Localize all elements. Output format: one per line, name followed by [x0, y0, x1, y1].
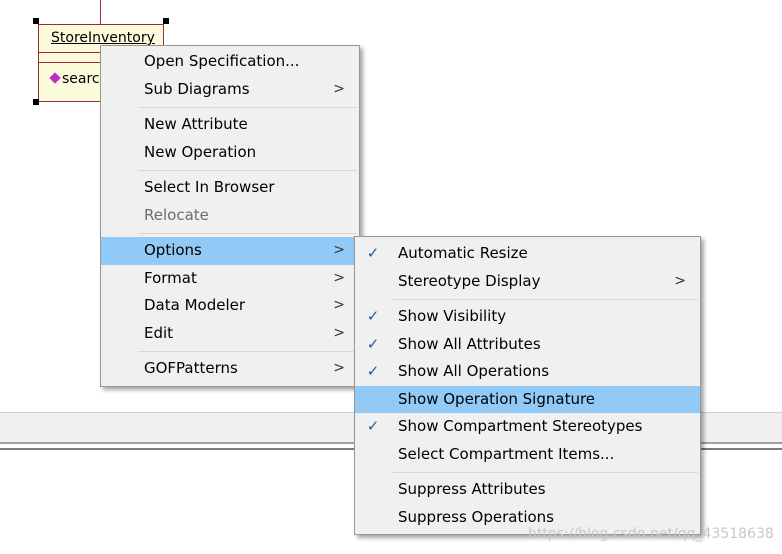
context-menu: Open Specification... Sub Diagrams > New At…	[100, 45, 360, 387]
menu-item-suppress-attributes[interactable]: Suppress Attributes	[355, 476, 700, 504]
menu-item-label: Options	[144, 241, 202, 259]
menu-item-edit[interactable]: Edit >	[101, 320, 359, 348]
menu-separator	[392, 472, 698, 473]
menu-item-label: Show Visibility	[398, 307, 507, 325]
association-line	[100, 0, 101, 24]
menu-item-label: Suppress Operations	[398, 507, 554, 526]
menu-item-label: Show Compartment Stereotypes	[398, 417, 643, 435]
menu-separator	[138, 107, 357, 108]
menu-item-data-modeler[interactable]: Data Modeler >	[101, 292, 359, 320]
operation-icon	[49, 72, 61, 84]
checkmark-icon: ✓	[366, 244, 380, 262]
submenu-arrow-icon: >	[674, 272, 686, 289]
menu-item-label: Select Compartment Items...	[398, 444, 615, 463]
menu-item-options[interactable]: Options >	[101, 237, 359, 265]
selection-handle[interactable]	[33, 18, 39, 24]
menu-item-label: New Operation	[144, 142, 257, 161]
menu-item-new-attribute[interactable]: New Attribute	[101, 111, 359, 139]
menu-item-label: Data Modeler	[144, 296, 246, 314]
selection-handle[interactable]	[33, 99, 39, 105]
menu-item-show-compartment-stereotypes[interactable]: ✓ Show Compartment Stereotypes	[355, 413, 700, 441]
menu-item-label: Open Specification...	[144, 52, 300, 70]
class-name: StoreInventory	[51, 30, 155, 46]
menu-item-relocate: Relocate	[101, 202, 359, 230]
submenu-arrow-icon: >	[333, 269, 345, 286]
checkmark-icon: ✓	[366, 334, 380, 353]
menu-item-open-specification[interactable]: Open Specification...	[101, 48, 359, 76]
menu-item-format[interactable]: Format >	[101, 265, 359, 293]
menu-item-show-operation-signature[interactable]: Show Operation Signature	[355, 385, 700, 413]
checkmark-icon: ✓	[366, 307, 380, 325]
checkmark-icon: ✓	[366, 417, 380, 435]
menu-item-label: Relocate	[144, 205, 209, 224]
menu-item-label: Suppress Attributes	[398, 480, 546, 498]
operation-name: searc	[62, 71, 100, 87]
menu-item-label: New Attribute	[144, 115, 248, 133]
menu-item-show-all-attributes[interactable]: ✓ Show All Attributes	[355, 331, 700, 359]
menu-item-show-all-operations[interactable]: ✓ Show All Operations	[355, 358, 700, 386]
menu-item-label: Show Operation Signature	[398, 389, 596, 408]
menu-item-select-in-browser[interactable]: Select In Browser	[101, 174, 359, 202]
menu-separator	[138, 170, 357, 171]
selection-handle[interactable]	[163, 18, 169, 24]
submenu-arrow-icon: >	[333, 360, 345, 376]
submenu-arrow-icon: >	[333, 324, 345, 341]
menu-separator	[138, 351, 357, 352]
menu-item-label: Stereotype Display	[398, 271, 541, 290]
menu-item-label: GOFPatterns	[144, 359, 238, 377]
submenu-arrow-icon: >	[333, 242, 345, 258]
submenu-arrow-icon: >	[333, 297, 345, 313]
checkmark-icon: ✓	[366, 362, 380, 380]
menu-item-label: Edit	[144, 323, 174, 342]
menu-item-label: Show All Operations	[398, 362, 550, 380]
menu-separator	[392, 299, 698, 300]
submenu-arrow-icon: >	[333, 80, 345, 97]
menu-item-label: Format	[144, 268, 197, 287]
menu-item-label: Show All Attributes	[398, 334, 541, 353]
menu-item-label: Select In Browser	[144, 178, 275, 196]
options-submenu: ✓ Automatic Resize Stereotype Display > ✓ Sho…	[354, 236, 701, 535]
menu-item-label: Sub Diagrams	[144, 79, 250, 98]
menu-item-stereotype-display[interactable]: Stereotype Display >	[355, 268, 700, 296]
menu-item-label: Automatic Resize	[398, 244, 528, 262]
menu-item-select-compartment-items[interactable]: Select Compartment Items...	[355, 441, 700, 469]
menu-item-sub-diagrams[interactable]: Sub Diagrams >	[101, 76, 359, 104]
menu-item-gofpatterns[interactable]: GOFPatterns >	[101, 355, 359, 383]
watermark: https://blog.csdn.net/qq_43518638	[528, 526, 774, 542]
menu-separator	[138, 233, 357, 234]
menu-item-new-operation[interactable]: New Operation	[101, 139, 359, 167]
menu-item-automatic-resize[interactable]: ✓ Automatic Resize	[355, 240, 700, 268]
menu-item-show-visibility[interactable]: ✓ Show Visibility	[355, 303, 700, 331]
